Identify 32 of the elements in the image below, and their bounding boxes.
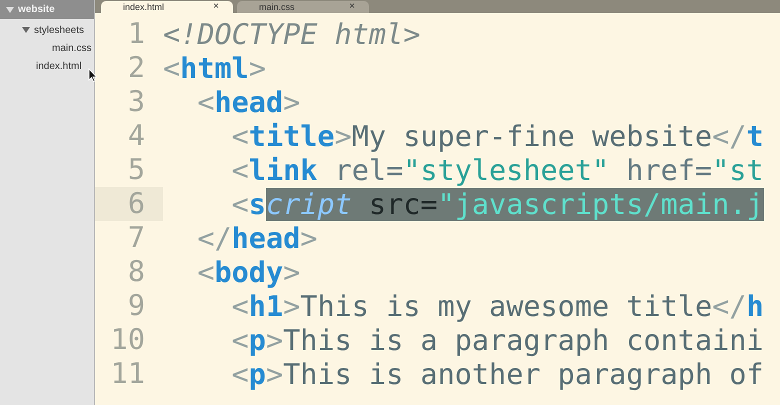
code-line: <!DOCTYPE html> (163, 18, 420, 50)
close-button[interactable]: × (213, 2, 219, 12)
code-line: <p>This is a paragraph containi (230, 324, 764, 356)
close-button[interactable]: × (349, 2, 355, 12)
line-number: 4 (126, 119, 146, 153)
line-number: 10 (110, 323, 146, 357)
expanded-arrow-icon[interactable] (22, 26, 30, 34)
expanded-arrow-icon[interactable] (6, 6, 14, 14)
code-line: <html> (163, 52, 266, 84)
line-number: 9 (126, 289, 146, 323)
code-line: <h1>This is my awesome title</h (230, 290, 764, 322)
line-number: 5 (126, 153, 146, 187)
line-number: 2 (126, 51, 146, 85)
mouse-pointer-icon (88, 68, 97, 82)
file-label[interactable]: index.html (36, 60, 82, 72)
code-line: <head> (196, 86, 300, 118)
code-line: <p>This is another paragraph of (230, 358, 764, 390)
code-line: </head> (196, 222, 318, 254)
line-number: 6 (95, 187, 163, 221)
line-number: 11 (110, 357, 146, 391)
code-line: <title>My super-fine website</t (230, 120, 764, 152)
line-number: 7 (126, 221, 146, 255)
code-line: <link rel="stylesheet" href="st (230, 154, 764, 186)
file-label[interactable]: main.css (52, 42, 92, 54)
folder-label[interactable]: stylesheets (34, 24, 84, 36)
code-line: <body> (196, 256, 300, 288)
line-number: 3 (126, 85, 146, 119)
line-number: 1 (126, 17, 146, 51)
line-number: 8 (126, 255, 146, 289)
editor-tab[interactable]: main.css × (237, 1, 369, 13)
editor-tab[interactable]: index.html × (101, 1, 233, 13)
code-line: <script src="javascripts/main.j (230, 188, 764, 220)
